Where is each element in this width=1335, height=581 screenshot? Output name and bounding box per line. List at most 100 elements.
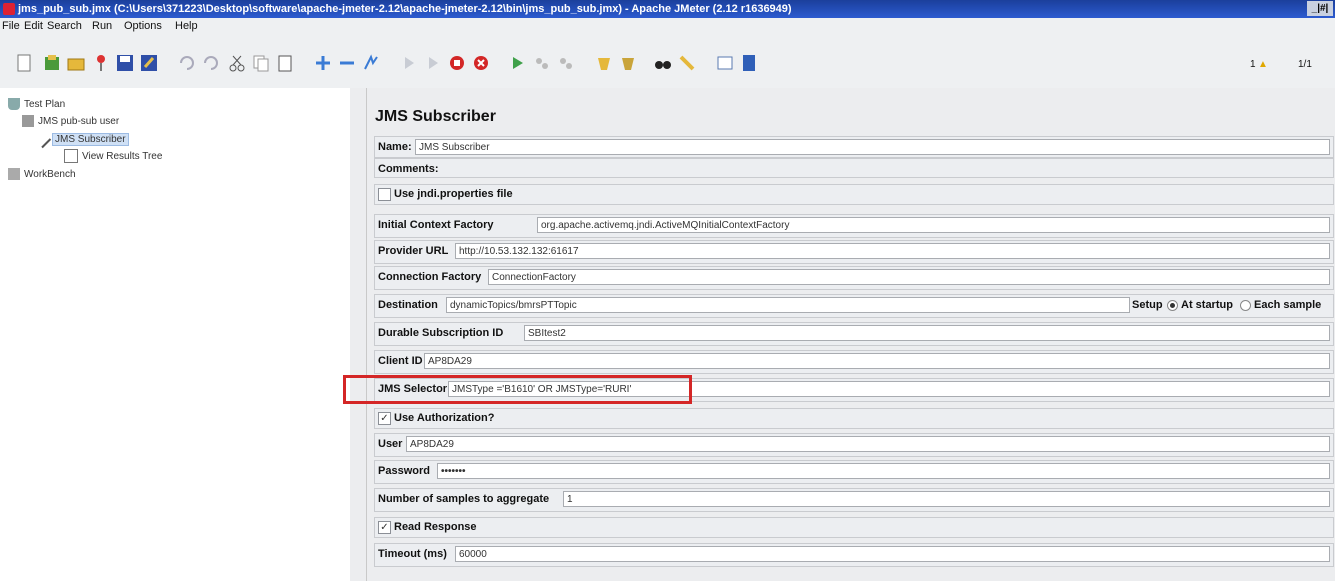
use-auth-row: ✓ Use Authorization? bbox=[374, 408, 1334, 429]
destination-row: Destination dynamicTopics/bmrsPTTopic Se… bbox=[374, 294, 1334, 318]
split-pane-divider[interactable] bbox=[350, 88, 367, 581]
durable-id-label: Durable Subscription ID bbox=[378, 327, 504, 339]
at-startup-label: At startup bbox=[1181, 299, 1233, 311]
use-auth-label: Use Authorization? bbox=[394, 412, 495, 424]
menu-bar: File Edit Search Run Options Help bbox=[0, 18, 1335, 35]
each-sample-label: Each sample bbox=[1254, 299, 1322, 311]
tree-item-thread-group[interactable]: JMS pub-sub user bbox=[22, 115, 119, 127]
jms-subscriber-panel: JMS Subscriber Name: JMS Subscriber Comm… bbox=[367, 88, 1335, 581]
paste-icon[interactable] bbox=[275, 53, 295, 73]
tree-item-test-plan[interactable]: Test Plan bbox=[8, 98, 65, 110]
copy-icon[interactable] bbox=[251, 53, 271, 73]
user-input[interactable]: AP8DA29 bbox=[406, 436, 1330, 452]
durable-id-row: Durable Subscription ID SBItest2 bbox=[374, 322, 1334, 346]
password-row: Password ••••••• bbox=[374, 460, 1334, 484]
start-icon[interactable] bbox=[399, 53, 419, 73]
function-helper-icon[interactable] bbox=[715, 53, 735, 73]
tree-item-workbench[interactable]: WorkBench bbox=[8, 168, 76, 180]
client-id-row: Client ID AP8DA29 bbox=[374, 350, 1334, 374]
password-label: Password bbox=[378, 465, 430, 477]
use-auth-checkbox[interactable]: ✓ bbox=[378, 412, 391, 425]
setup-label: Setup bbox=[1132, 299, 1163, 311]
toggle-icon[interactable] bbox=[361, 53, 381, 73]
stop-icon[interactable] bbox=[447, 53, 467, 73]
save-icon[interactable] bbox=[115, 53, 135, 73]
shutdown-icon[interactable] bbox=[471, 53, 491, 73]
read-response-row: ✓ Read Response bbox=[374, 517, 1334, 538]
menu-run[interactable]: Run bbox=[92, 20, 112, 32]
menu-help[interactable]: Help bbox=[175, 20, 198, 32]
read-response-label: Read Response bbox=[394, 521, 477, 533]
help-icon[interactable] bbox=[739, 53, 759, 73]
reset-search-icon[interactable] bbox=[677, 53, 697, 73]
thread-count: 1/1 bbox=[1298, 59, 1312, 70]
workbench-icon bbox=[8, 168, 20, 180]
destination-label: Destination bbox=[378, 299, 438, 311]
warning-icon[interactable]: ▲ bbox=[1258, 59, 1268, 70]
name-row: Name: JMS Subscriber bbox=[374, 136, 1334, 158]
name-input[interactable]: JMS Subscriber bbox=[415, 139, 1330, 155]
new-icon[interactable] bbox=[14, 53, 34, 73]
tree-item-jms-subscriber[interactable]: JMS Subscriber bbox=[32, 129, 129, 149]
revert-icon[interactable] bbox=[177, 53, 197, 73]
menu-search[interactable]: Search bbox=[47, 20, 82, 32]
use-jndi-label: Use jndi.properties file bbox=[394, 188, 513, 200]
comments-label: Comments: bbox=[378, 163, 439, 175]
read-response-checkbox[interactable]: ✓ bbox=[378, 521, 391, 534]
client-id-label: Client ID bbox=[378, 355, 423, 367]
use-jndi-row: Use jndi.properties file bbox=[374, 184, 1334, 205]
connection-factory-input[interactable]: ConnectionFactory bbox=[488, 269, 1330, 285]
sampler-pen-icon bbox=[32, 129, 52, 149]
title-bar: jms_pub_sub.jmx (C:\Users\371223\Desktop… bbox=[0, 0, 1335, 18]
durable-id-input[interactable]: SBItest2 bbox=[524, 325, 1330, 341]
window-title: jms_pub_sub.jmx (C:\Users\371223\Desktop… bbox=[18, 3, 792, 15]
menu-options[interactable]: Options bbox=[124, 20, 162, 32]
provider-url-input[interactable]: http://10.53.132.132:61617 bbox=[455, 243, 1330, 259]
search-icon[interactable] bbox=[653, 53, 673, 73]
icf-label: Initial Context Factory bbox=[378, 219, 494, 231]
name-label: Name: bbox=[378, 141, 412, 153]
thread-group-icon bbox=[22, 115, 34, 127]
cut-disabled-icon[interactable] bbox=[201, 53, 221, 73]
connection-factory-row: Connection Factory ConnectionFactory bbox=[374, 266, 1334, 290]
each-sample-radio[interactable] bbox=[1240, 300, 1251, 313]
destination-input[interactable]: dynamicTopics/bmrsPTTopic bbox=[446, 297, 1130, 313]
open-icon[interactable] bbox=[66, 53, 86, 73]
clear-all-icon[interactable] bbox=[618, 53, 638, 73]
timeout-label: Timeout (ms) bbox=[378, 548, 447, 560]
close-icon[interactable] bbox=[91, 53, 111, 73]
listener-icon bbox=[64, 149, 78, 163]
samples-row: Number of samples to aggregate 1 bbox=[374, 488, 1334, 512]
cut-icon[interactable] bbox=[227, 53, 247, 73]
expand-all-icon[interactable] bbox=[313, 53, 333, 73]
menu-edit[interactable]: Edit bbox=[24, 20, 43, 32]
user-row: User AP8DA29 bbox=[374, 433, 1334, 457]
at-startup-radio[interactable] bbox=[1167, 300, 1178, 313]
user-label: User bbox=[378, 438, 403, 450]
jms-selector-highlight bbox=[343, 375, 692, 404]
timeout-input[interactable]: 60000 bbox=[455, 546, 1330, 562]
start-no-pause-icon[interactable] bbox=[423, 53, 443, 73]
remote-shutdown-icon[interactable] bbox=[556, 53, 576, 73]
password-input[interactable]: ••••••• bbox=[437, 463, 1330, 479]
samples-input[interactable]: 1 bbox=[563, 491, 1330, 507]
window-controls[interactable]: _|#| bbox=[1307, 1, 1333, 16]
toolbar: 1 ▲ 1/1 bbox=[0, 35, 1335, 89]
samples-label: Number of samples to aggregate bbox=[378, 493, 550, 505]
tree-item-view-results-tree[interactable]: View Results Tree bbox=[64, 149, 162, 163]
panel-title: JMS Subscriber bbox=[375, 108, 496, 125]
timeout-row: Timeout (ms) 60000 bbox=[374, 543, 1334, 567]
warning-count: 1 bbox=[1250, 59, 1256, 70]
save-as-icon[interactable] bbox=[139, 53, 159, 73]
use-jndi-checkbox[interactable] bbox=[378, 188, 391, 201]
templates-icon[interactable] bbox=[42, 53, 62, 73]
app-icon bbox=[3, 3, 15, 15]
collapse-all-icon[interactable] bbox=[337, 53, 357, 73]
comments-row: Comments: bbox=[374, 158, 1334, 178]
remote-stop-icon[interactable] bbox=[532, 53, 552, 73]
client-id-input[interactable]: AP8DA29 bbox=[424, 353, 1330, 369]
icf-input[interactable]: org.apache.activemq.jndi.ActiveMQInitial… bbox=[537, 217, 1330, 233]
menu-file[interactable]: File bbox=[2, 20, 20, 32]
clear-icon[interactable] bbox=[594, 53, 614, 73]
remote-start-icon[interactable] bbox=[508, 53, 528, 73]
